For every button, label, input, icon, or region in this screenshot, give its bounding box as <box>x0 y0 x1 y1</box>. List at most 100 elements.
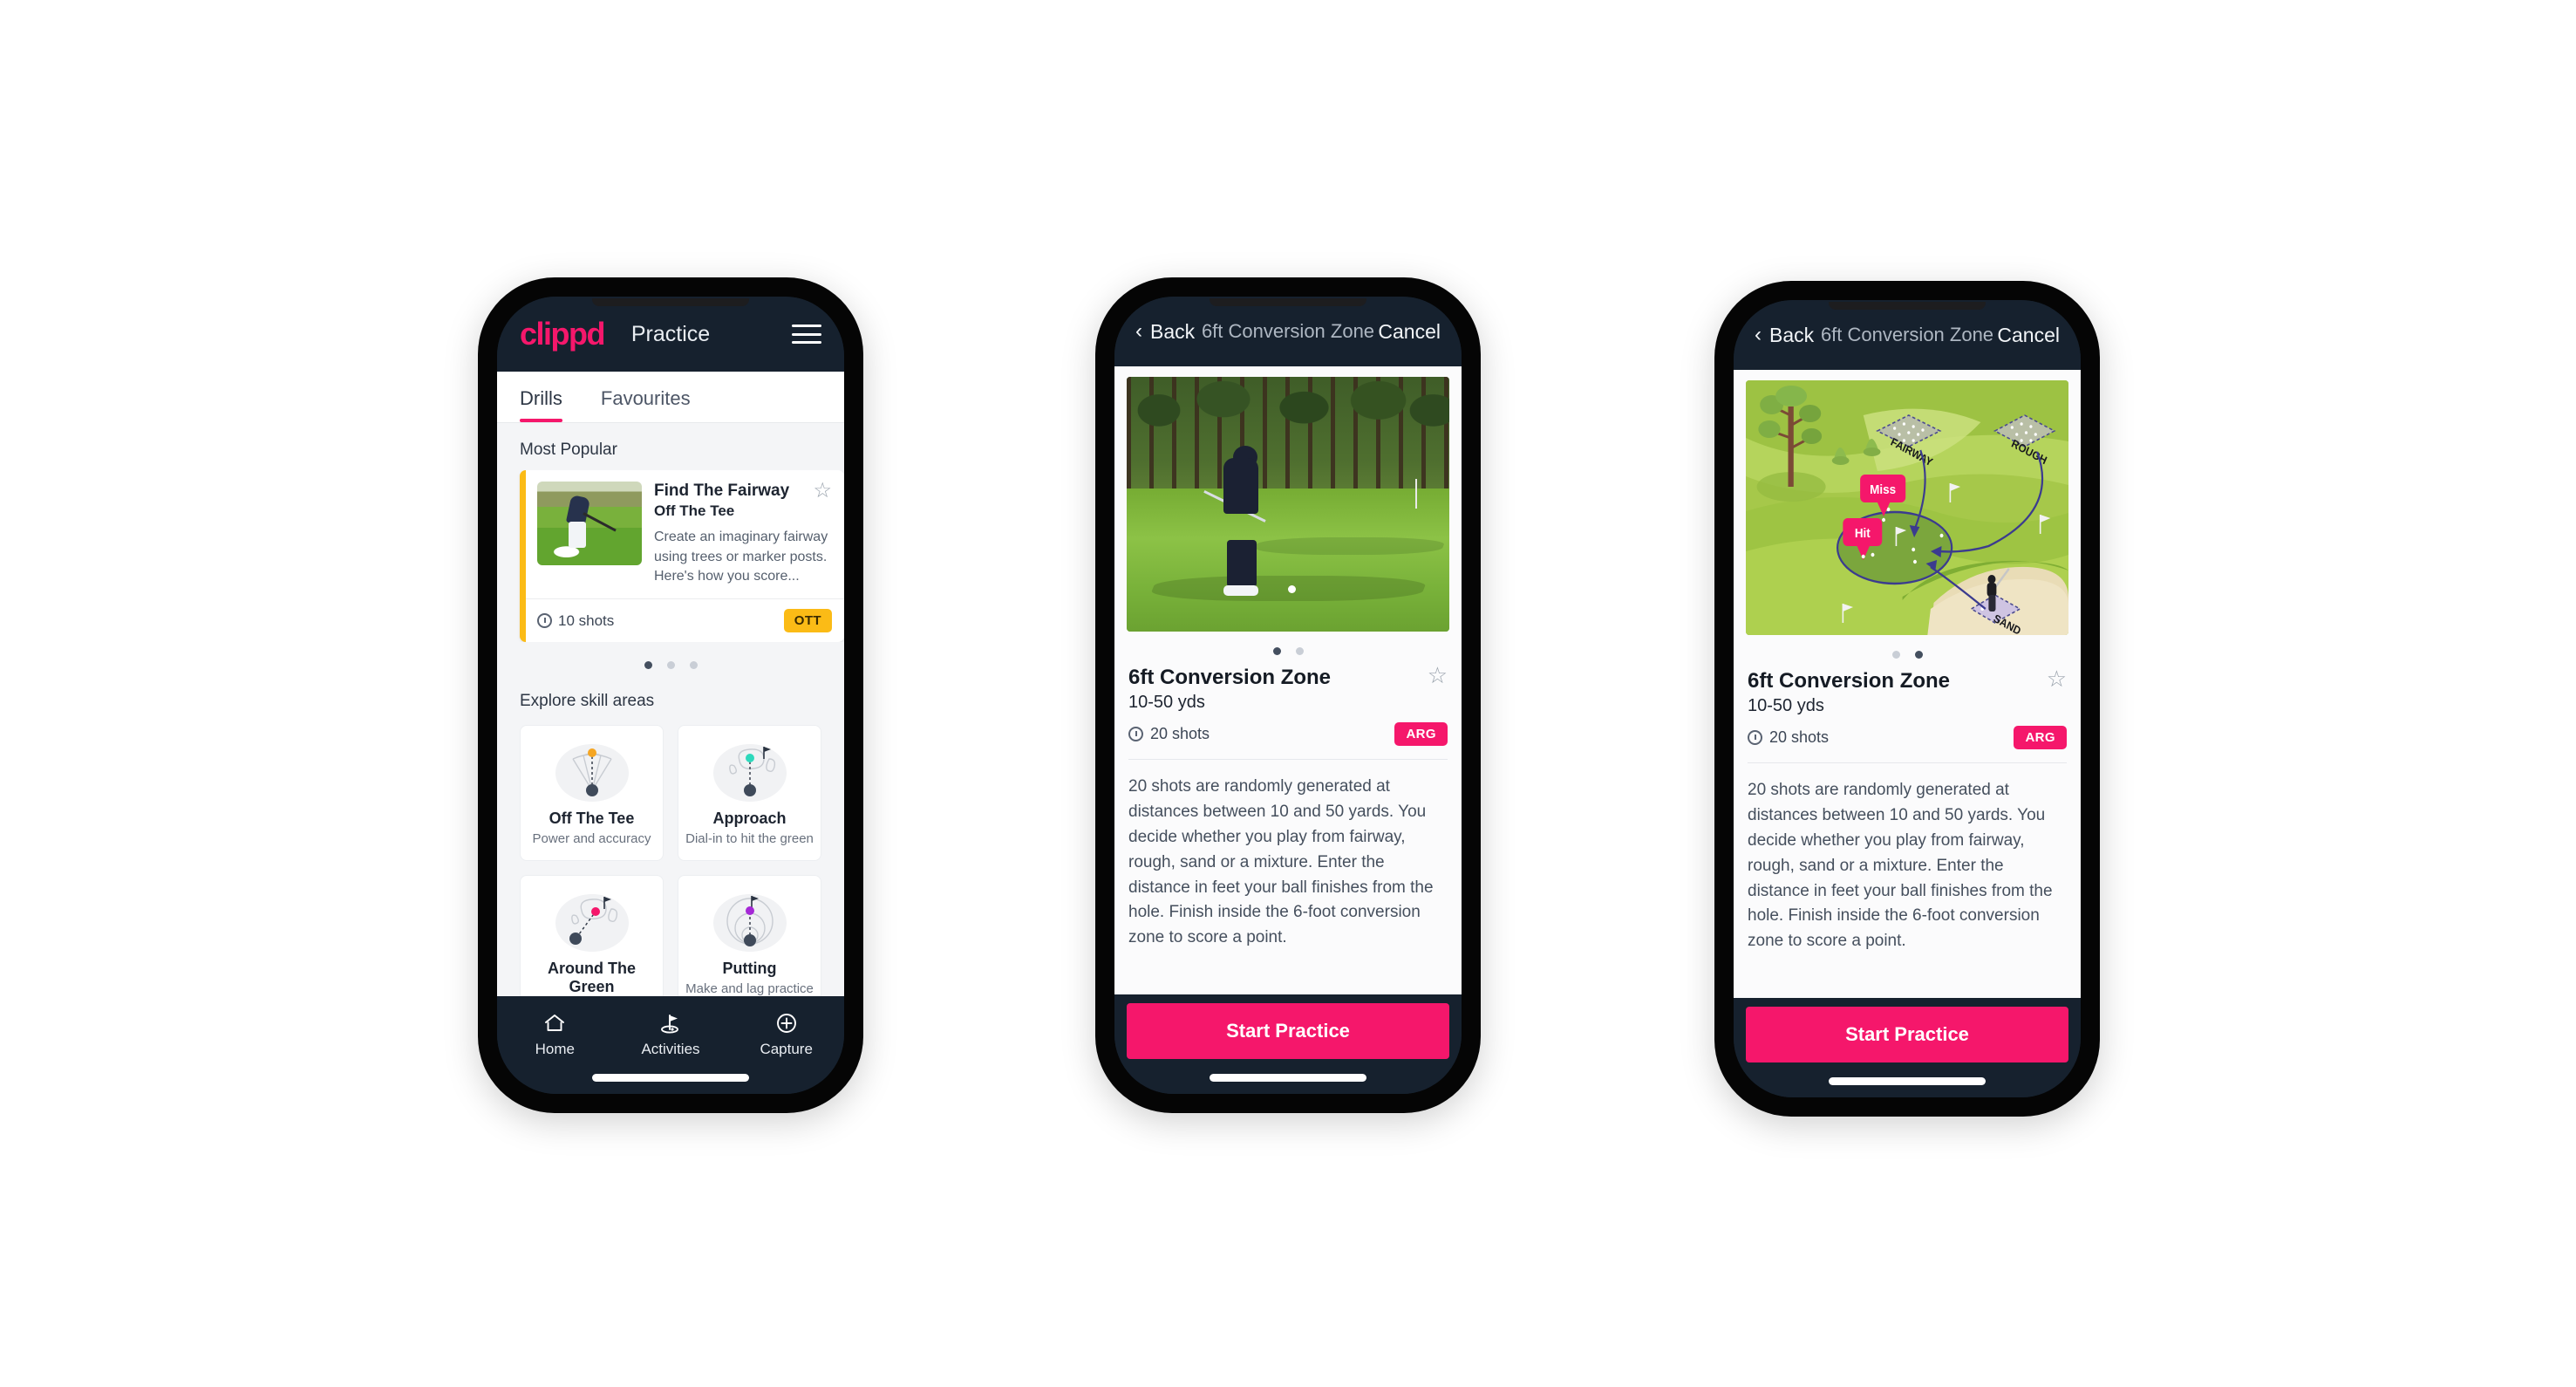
back-label: Back <box>1769 323 1815 346</box>
media-dot-1[interactable] <box>1891 651 1900 659</box>
phone-mockup-practice: clippd Practice Drills Favourites Most P… <box>478 277 863 1113</box>
photo-golfer-shoes <box>1223 585 1258 597</box>
chevron-left-icon: ‹ <box>1135 319 1142 343</box>
home-indicator <box>592 1074 749 1082</box>
media-dot-1[interactable] <box>1272 647 1281 655</box>
drill-card-meta: ☆ Find The Fairway Off The Tee Create an… <box>642 481 832 587</box>
clippd-logo[interactable]: clippd <box>520 316 606 352</box>
start-practice-button[interactable]: Start Practice <box>1127 1003 1449 1059</box>
drill-card-find-the-fairway[interactable]: ☆ Find The Fairway Off The Tee Create an… <box>520 470 844 643</box>
drill-media-diagram[interactable]: FAIRWAY ROUGH SAND Miss Hit <box>1746 380 2068 635</box>
home-indicator <box>1210 1074 1366 1082</box>
status-badge-arg: ARG <box>2014 726 2067 749</box>
app-header: clippd Practice <box>497 297 844 372</box>
back-button[interactable]: ‹ Back <box>1135 320 1195 344</box>
drill-title: Find The Fairway <box>654 482 790 500</box>
favourite-star-icon[interactable]: ☆ <box>1428 664 1448 687</box>
drill-card-top: ☆ Find The Fairway Off The Tee Create an… <box>526 470 844 598</box>
photo-golfer-legs <box>1226 539 1257 587</box>
phone-screen-practice: clippd Practice Drills Favourites Most P… <box>497 297 844 1094</box>
carousel-pagination-dots[interactable] <box>497 642 844 687</box>
golfer-legs-shape <box>569 522 586 549</box>
cancel-button[interactable]: Cancel <box>1378 320 1441 344</box>
favourite-star-icon[interactable]: ☆ <box>2047 667 2067 690</box>
green-approach-icon <box>685 738 814 806</box>
most-popular-carousel[interactable]: ☆ Find The Fairway Off The Tee Create an… <box>497 470 844 643</box>
skill-name: Off The Tee <box>549 810 635 828</box>
back-button[interactable]: ‹ Back <box>1755 324 1814 347</box>
drill-card-footer: 10 shots OTT <box>526 598 844 642</box>
skill-name: Around The Green <box>548 960 636 996</box>
drill-shot-row: 20 shots ARG <box>1746 726 2068 749</box>
screenshot-canvas: clippd Practice Drills Favourites Most P… <box>0 0 2576 1387</box>
nav-item-activities[interactable]: Activities <box>613 1010 729 1058</box>
chip-green-icon <box>528 888 656 956</box>
practice-content: Most Popular ☆ Find The Fairway Off The … <box>497 423 844 996</box>
tab-drills[interactable]: Drills <box>520 372 571 422</box>
tab-favourites[interactable]: Favourites <box>601 372 699 422</box>
favourite-star-icon[interactable]: ☆ <box>813 481 832 502</box>
drill-yardage: 10-50 yds <box>1128 693 1205 712</box>
media-dot-2[interactable] <box>1295 647 1304 655</box>
media-dot-2[interactable] <box>1914 651 1923 659</box>
phone-mockup-drill-video: ‹ Back 6ft Conversion Zone Cancel 6ft Co… <box>1095 277 1481 1113</box>
hamburger-bar <box>792 341 821 344</box>
nav-item-capture[interactable]: Capture <box>728 1010 844 1058</box>
plus-circle-icon <box>728 1010 844 1036</box>
skill-areas-grid: Off The Tee Power and accuracy Approach … <box>497 721 844 996</box>
drill-shots: 20 shots <box>1748 728 1829 747</box>
hamburger-bar <box>792 332 821 336</box>
carousel-dot-1[interactable] <box>644 661 652 670</box>
phone-mockup-drill-diagram: ‹ Back 6ft Conversion Zone Cancel FAIRWA… <box>1714 281 2100 1117</box>
phone-screen-drill-diagram: ‹ Back 6ft Conversion Zone Cancel FAIRWA… <box>1734 300 2081 1097</box>
skill-card-around-the-green[interactable]: Around The Green Hone your short game <box>520 875 664 996</box>
media-pagination-dots[interactable] <box>1746 635 2068 667</box>
drill-shot-row: 20 shots ARG <box>1127 722 1449 746</box>
carousel-dot-2[interactable] <box>666 661 675 670</box>
hamburger-bar <box>792 325 821 327</box>
status-badge-ott: OTT <box>783 609 832 633</box>
drill-title: 6ft Conversion Zone <box>1128 666 1332 689</box>
photo-treetops-layer <box>1127 377 1449 434</box>
start-practice-button[interactable]: Start Practice <box>1746 1007 2068 1062</box>
chevron-left-icon: ‹ <box>1755 323 1762 346</box>
photo-pin-flag <box>1415 478 1417 509</box>
putting-rings-icon <box>685 888 814 956</box>
phone-earpiece-notch <box>1210 298 1366 306</box>
drill-shots-label: 10 shots <box>558 612 615 629</box>
tee-fan-icon <box>528 738 656 806</box>
explore-skill-areas-heading: Explore skill areas <box>520 692 655 711</box>
drill-media-photo[interactable] <box>1127 377 1449 632</box>
modal-header: ‹ Back 6ft Conversion Zone Cancel <box>1734 300 2081 370</box>
skill-card-approach[interactable]: Approach Dial-in to hit the green <box>678 725 821 862</box>
skill-card-off-the-tee[interactable]: Off The Tee Power and accuracy <box>520 725 664 862</box>
skill-desc: Power and accuracy <box>532 831 651 847</box>
golf-flag-icon <box>613 1010 729 1036</box>
skill-name: Approach <box>712 810 787 828</box>
svg-text:Hit: Hit <box>1855 526 1871 541</box>
carousel-dot-3[interactable] <box>689 661 698 670</box>
drill-shots-label: 20 shots <box>1150 725 1210 742</box>
nav-label: Activities <box>641 1041 700 1057</box>
drill-description: Create an imaginary fairway using trees … <box>654 530 828 584</box>
drill-title: 6ft Conversion Zone <box>1748 669 1951 693</box>
drill-shots: 10 shots <box>537 612 614 630</box>
home-icon <box>497 1010 613 1036</box>
skill-card-putting[interactable]: Putting Make and lag practice <box>678 875 821 996</box>
drill-yardage: 10-50 yds <box>1748 696 1824 715</box>
tab-bar: Drills Favourites <box>497 372 844 423</box>
cancel-button[interactable]: Cancel <box>1997 324 2060 347</box>
drill-detail-body: 6ft Conversion Zone 10-50 yds ☆ 20 shots… <box>1114 366 1462 994</box>
drill-description: 20 shots are randomly generated at dista… <box>1748 781 2053 951</box>
photo-golfer-torso <box>1223 458 1258 515</box>
drill-thumbnail <box>537 482 642 565</box>
media-pagination-dots[interactable] <box>1127 632 1449 664</box>
phone-screen-drill-video: ‹ Back 6ft Conversion Zone Cancel 6ft Co… <box>1114 297 1462 1094</box>
nav-label: Home <box>535 1041 576 1057</box>
nav-item-home[interactable]: Home <box>497 1010 613 1058</box>
drill-detail-header: 6ft Conversion Zone 10-50 yds ☆ <box>1127 664 1449 713</box>
drill-shots: 20 shots <box>1128 725 1210 743</box>
phone-earpiece-notch <box>592 298 749 306</box>
hamburger-icon[interactable] <box>792 325 821 344</box>
clock-icon <box>1128 727 1143 741</box>
